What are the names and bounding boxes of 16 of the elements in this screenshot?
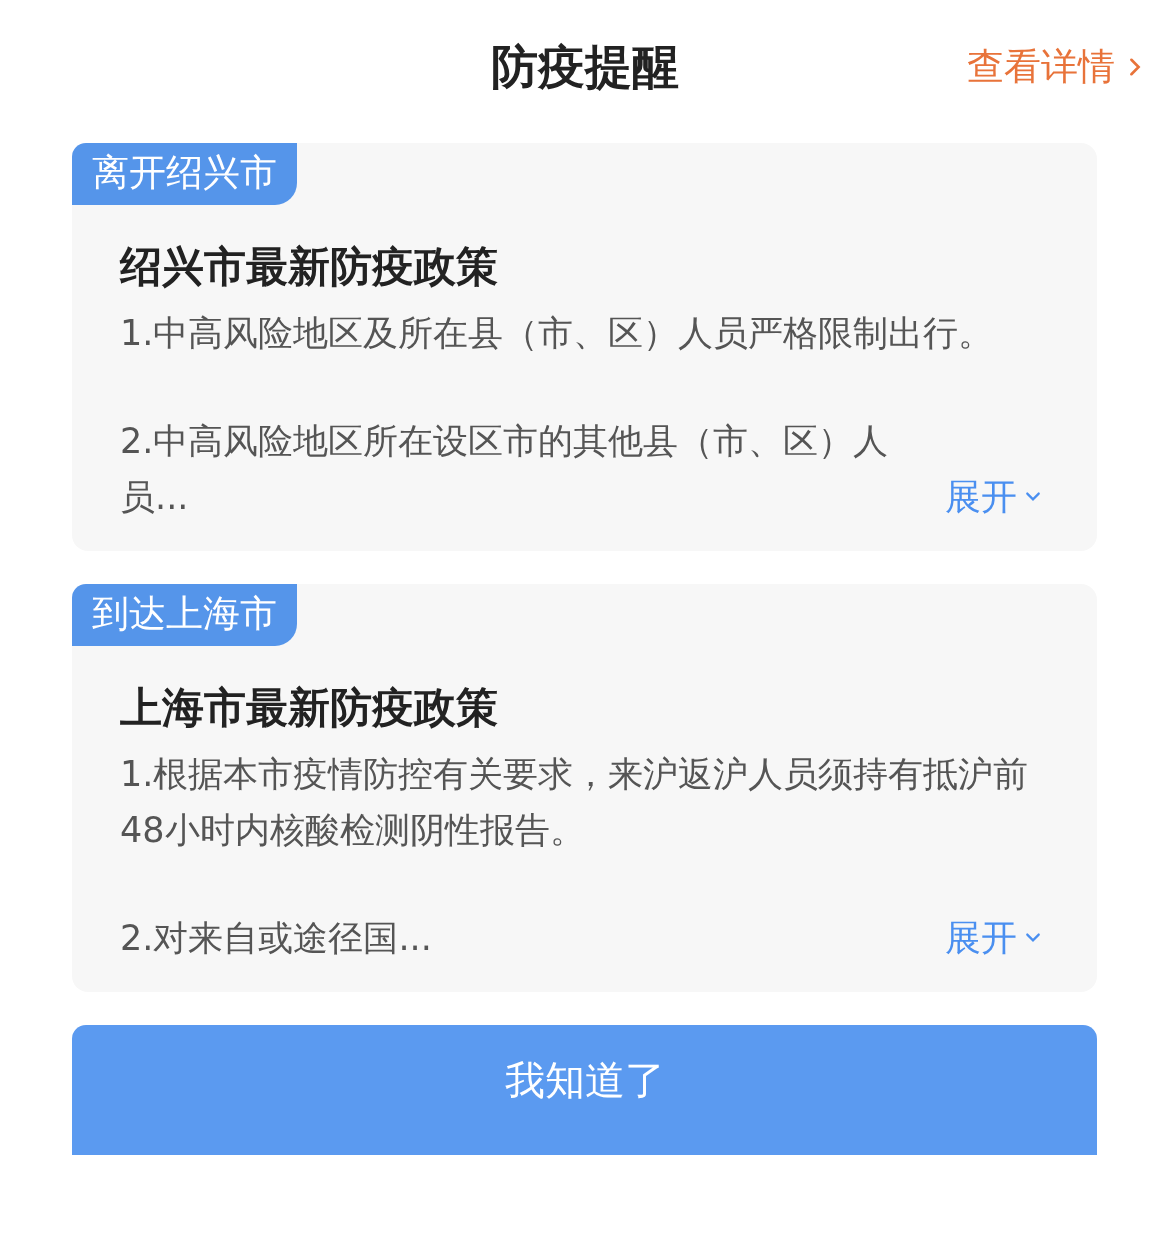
policy-text: 2.中高风险地区所在设区市的其他县（市、区）人员... xyxy=(120,420,890,519)
policy-text: 2.对来自或途径国... xyxy=(120,917,432,960)
chevron-right-icon xyxy=(1129,57,1141,77)
expand-link[interactable]: 展开 xyxy=(945,910,1041,966)
route-tag: 到达上海市 xyxy=(72,584,297,646)
policy-text: 1.中高风险地区及所在县（市、区）人员严格限制出行。 xyxy=(120,312,995,355)
policy-text: 1.根据本市疫情防控有关要求，来沪返沪人员须持有抵沪前48小时内核酸检测阴性报告。 xyxy=(120,753,1030,852)
policy-title: 上海市最新防疫政策 xyxy=(120,682,499,734)
expand-link[interactable]: 展开 xyxy=(945,469,1041,525)
details-link[interactable]: 查看详情 xyxy=(967,42,1141,92)
chevron-down-icon xyxy=(1025,491,1041,503)
confirm-button[interactable]: 我知道了 xyxy=(72,1025,1097,1155)
chevron-down-icon xyxy=(1025,932,1041,944)
dialog-title: 防疫提醒 xyxy=(490,38,679,96)
route-tag: 离开绍兴市 xyxy=(72,143,297,205)
policy-title: 绍兴市最新防疫政策 xyxy=(120,241,499,293)
